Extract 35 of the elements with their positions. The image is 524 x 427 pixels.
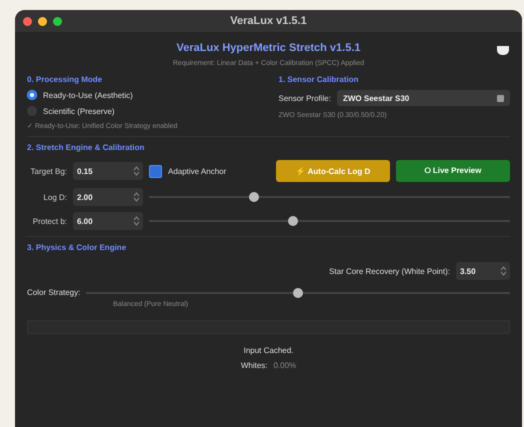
- section-title: 0. Processing Mode: [27, 75, 104, 84]
- window-title: VeraLux v1.5.1: [229, 15, 308, 27]
- section-title: 1. Sensor Calibration: [278, 75, 360, 84]
- stepper-arrows-icon[interactable]: [134, 192, 139, 202]
- status-text: Whites:: [240, 361, 268, 370]
- spin-field[interactable]: 6.00: [73, 212, 143, 230]
- dropdown-icon: [497, 94, 504, 102]
- section-title: 3. Physics & Color Engine: [27, 243, 128, 252]
- spin-field[interactable]: 2.00: [73, 188, 143, 206]
- slider-thumb[interactable]: [248, 192, 259, 202]
- field-label: Log D:: [42, 192, 67, 202]
- field-label: Protect b:: [32, 216, 67, 226]
- coffee-cup-icon[interactable]: [496, 44, 510, 55]
- app-title: VeraLux HyperMetric Stretch v1.5.1: [176, 42, 361, 54]
- status-text: Input Cached.: [244, 346, 294, 355]
- radio-label: Scientific (Preserve): [43, 106, 115, 116]
- field-label: Star Core Recovery (White Point):: [329, 266, 450, 276]
- radio-label: Ready-to-Use (Aesthetic): [43, 90, 133, 100]
- field-label: Sensor Profile:: [278, 94, 331, 102]
- stepper-arrows-icon[interactable]: [134, 216, 139, 226]
- status-value: 0.00%: [273, 361, 296, 370]
- sensor-dropdown[interactable]: ZWO Seestar S30: [336, 90, 510, 106]
- spin-field[interactable]: 3.50: [456, 262, 510, 280]
- slider-thumb[interactable]: [293, 288, 304, 298]
- stepper-arrows-icon[interactable]: [501, 266, 506, 276]
- field-label: Color Strategy:: [27, 288, 80, 297]
- section-title: 2. Stretch Engine & Calibration: [27, 143, 146, 152]
- radio-button[interactable]: [27, 90, 37, 100]
- slider-thumb[interactable]: [288, 216, 298, 226]
- checkbox[interactable]: [149, 164, 162, 178]
- stepper-arrows-icon[interactable]: [134, 166, 139, 176]
- checkbox-label: Adaptive Anchor: [168, 166, 228, 176]
- spin-field[interactable]: 0.15: [73, 162, 143, 180]
- live-preview-button[interactable]: ⭘ Live Preview: [396, 160, 510, 182]
- field-label: Target Bg:: [30, 166, 67, 176]
